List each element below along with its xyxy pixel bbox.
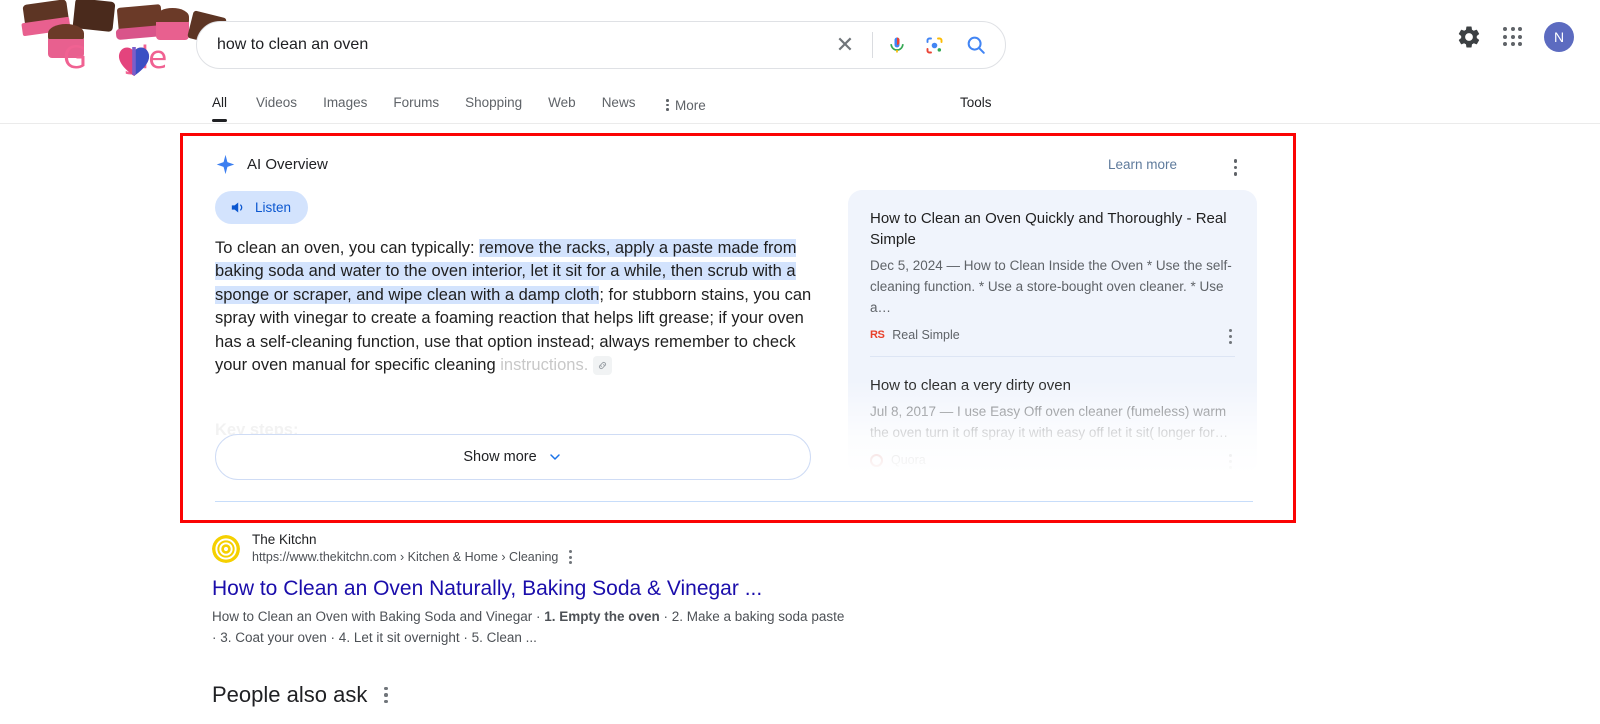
ai-overview-title: AI Overview: [247, 156, 328, 173]
source-card-snippet: Dec 5, 2024 — How to Clean Inside the Ov…: [870, 258, 1232, 315]
avatar[interactable]: N: [1544, 22, 1574, 52]
search-bar[interactable]: ✕: [196, 21, 1006, 69]
gear-icon[interactable]: [1456, 24, 1482, 50]
tab-news[interactable]: News: [589, 88, 649, 122]
speaker-icon: [231, 202, 243, 213]
google-apps-grid-icon[interactable]: [1500, 24, 1526, 50]
search-tabs-bar: All Videos Images Forums Shopping Web Ne…: [0, 88, 1600, 124]
source-card-source-name: Real Simple: [892, 328, 960, 342]
show-more-label: Show more: [463, 449, 537, 465]
google-search-results-page: Google ✕: [0, 0, 1600, 724]
ai-overview-body: To clean an oven, you can typically: rem…: [215, 237, 815, 377]
result-site-meta: The Kitchn https://www.thekitchn.com › K…: [252, 531, 575, 566]
google-lens-icon[interactable]: [919, 21, 949, 69]
cupcake-2: [156, 8, 189, 40]
real-simple-favicon: RS: [870, 329, 885, 341]
page-header: Google ✕: [0, 0, 1600, 90]
result-menu-icon[interactable]: [566, 548, 575, 566]
ai-overview-panel: AI Overview Learn more Listen To clean a…: [189, 140, 1289, 516]
tab-more[interactable]: More: [648, 88, 718, 122]
more-dots-icon: [666, 99, 669, 111]
result-site-header[interactable]: The Kitchn https://www.thekitchn.com › K…: [212, 531, 872, 566]
result-url-text: https://www.thekitchn.com › Kitchen & Ho…: [252, 549, 559, 564]
heart-icon: [118, 47, 150, 76]
search-tabs: All Videos Images Forums Shopping Web Ne…: [212, 88, 719, 124]
result-snippet-part1: How to Clean an Oven with Baking Soda an…: [212, 609, 545, 624]
search-divider: [872, 32, 873, 58]
tab-videos[interactable]: Videos: [243, 88, 310, 122]
tab-shopping[interactable]: Shopping: [452, 88, 535, 122]
ai-body-intro: To clean an oven, you can typically:: [215, 239, 480, 257]
tools-button[interactable]: Tools: [960, 88, 992, 117]
ai-overview-source-cards: How to Clean an Oven Quickly and Thoroug…: [848, 190, 1257, 475]
quora-favicon: [870, 453, 883, 467]
header-actions: N: [1456, 22, 1574, 52]
people-also-ask-section: People also ask: [212, 682, 391, 708]
tab-images[interactable]: Images: [310, 88, 380, 122]
people-also-ask-menu-icon[interactable]: [381, 684, 391, 707]
source-card-menu-icon[interactable]: [1226, 326, 1235, 347]
people-also-ask-title: People also ask: [212, 682, 368, 707]
source-card-title[interactable]: How to clean a very dirty oven: [870, 375, 1235, 396]
source-card-snippet: Jul 8, 2017 — I use Easy Off oven cleane…: [870, 404, 1229, 440]
show-more-button[interactable]: Show more: [215, 434, 811, 480]
tab-all[interactable]: All: [212, 88, 243, 122]
microphone-icon[interactable]: [883, 21, 911, 69]
link-icon[interactable]: [593, 356, 613, 376]
search-submit-icon[interactable]: [959, 21, 993, 69]
logo-letter-g: G: [63, 40, 87, 76]
chevron-down-icon: [549, 454, 560, 460]
result-snippet: How to Clean an Oven with Baking Soda an…: [212, 607, 852, 648]
result-title-link[interactable]: How to Clean an Oven Naturally, Baking S…: [212, 575, 872, 602]
listen-button[interactable]: Listen: [215, 191, 309, 224]
tab-forums[interactable]: Forums: [380, 88, 452, 122]
result-site-name: The Kitchn: [252, 532, 317, 547]
the-kitchn-favicon: [212, 534, 240, 563]
source-card[interactable]: How to clean a very dirty oven Jul 8, 20…: [848, 357, 1257, 469]
source-card-title[interactable]: How to Clean an Oven Quickly and Thoroug…: [870, 208, 1235, 250]
ai-overview-bottom-divider: [215, 501, 1253, 502]
source-card-source-name: Quora: [891, 453, 926, 467]
listen-label: Listen: [255, 200, 292, 215]
source-card-attribution: Quora: [870, 453, 1235, 469]
tab-more-label: More: [674, 97, 706, 113]
tab-web[interactable]: Web: [535, 88, 589, 122]
search-input[interactable]: [197, 36, 828, 54]
google-doodle-logo[interactable]: Google: [16, 0, 227, 76]
result-url: https://www.thekitchn.com › Kitchen & Ho…: [252, 548, 575, 566]
ai-body-tail: instructions.: [500, 356, 589, 375]
ai-overview-header: AI Overview: [215, 154, 328, 175]
learn-more-link[interactable]: Learn more: [1108, 157, 1177, 172]
source-card-attribution: RS Real Simple: [870, 328, 1235, 344]
ai-overview-menu-icon[interactable]: [1230, 155, 1242, 180]
ai-sparkle-icon: [216, 154, 235, 175]
search-result-item: The Kitchn https://www.thekitchn.com › K…: [212, 531, 872, 648]
result-snippet-bold: 1. Empty the oven: [544, 609, 660, 624]
source-card[interactable]: How to Clean an Oven Quickly and Thoroug…: [848, 190, 1257, 344]
source-card-menu-icon[interactable]: [1226, 451, 1235, 472]
clear-search-icon[interactable]: ✕: [828, 21, 862, 69]
